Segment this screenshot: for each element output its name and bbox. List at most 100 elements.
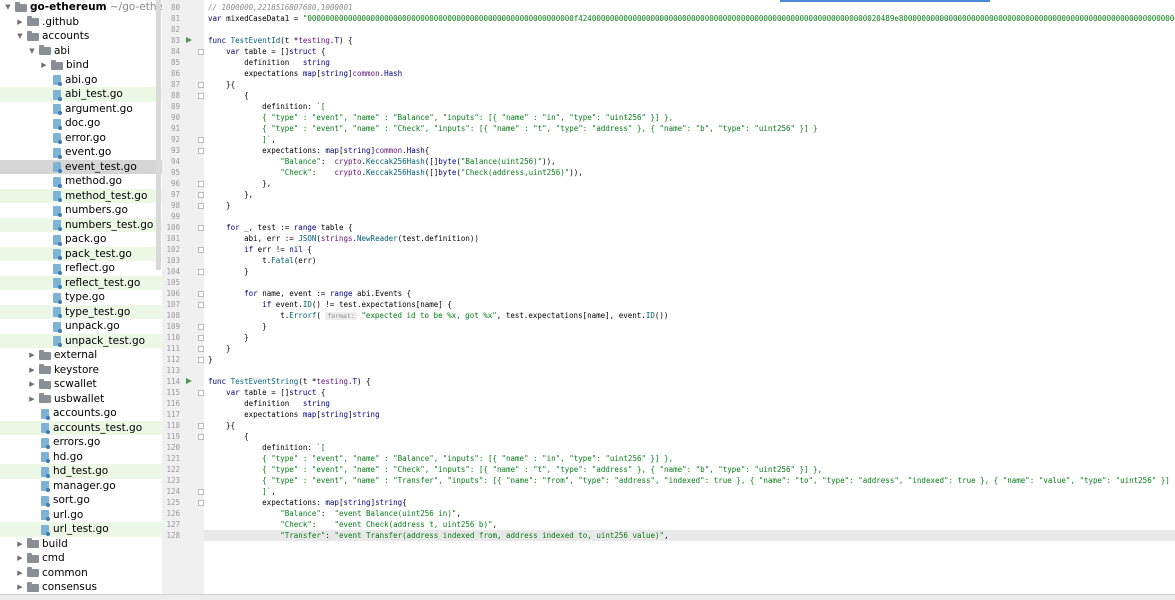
tree-item[interactable]: ▶ .github — [0, 15, 162, 30]
folder-icon — [27, 16, 39, 26]
go-file-icon — [41, 466, 50, 478]
line-number: 128 — [166, 531, 180, 540]
line-number: 99 — [170, 212, 180, 221]
chevron-down-icon[interactable]: ▼ — [16, 29, 24, 44]
tree-scrollbar[interactable] — [156, 0, 161, 270]
line-number: 127 — [166, 520, 180, 529]
run-test-icon[interactable] — [186, 37, 192, 43]
chevron-right-icon[interactable]: ▶ — [28, 348, 36, 363]
code-line: { "type" : "event", "name" : "Transfer",… — [208, 476, 1175, 485]
go-file-icon — [53, 118, 62, 130]
tree-item[interactable]: ▼ abi — [0, 44, 162, 59]
chevron-down-icon[interactable]: ▼ — [28, 44, 36, 59]
line-number: 116 — [166, 399, 180, 408]
line-number: 92 — [170, 135, 180, 144]
code-editor[interactable]: // 1000000,2218516807680,1000001 var mixe… — [204, 0, 1175, 600]
code-line: expectations: map[string]common.Hash{ — [208, 146, 430, 155]
tree-item[interactable]: hd.go — [0, 450, 162, 465]
horizontal-scrollbar[interactable] — [0, 594, 1175, 600]
tree-item[interactable]: abi_test.go — [0, 87, 162, 102]
tree-item[interactable]: pack.go — [0, 232, 162, 247]
code-line: { — [208, 91, 249, 100]
tree-item[interactable]: ▶ external — [0, 348, 162, 363]
chevron-right-icon[interactable]: ▶ — [28, 363, 36, 378]
folder-icon — [39, 349, 51, 360]
code-line: "Check": crypto.Keccak256Hash([]byte("Ch… — [280, 168, 583, 177]
tree-item[interactable]: ▶ usbwallet — [0, 392, 162, 407]
line-number: 121 — [166, 454, 180, 463]
go-file-icon — [41, 495, 50, 507]
tree-item[interactable]: event_test.go — [0, 159, 162, 174]
tree-item[interactable]: unpack.go — [0, 319, 162, 334]
go-file-icon — [53, 133, 62, 144]
tree-item[interactable]: ▶ keystore — [0, 363, 162, 378]
tree-item[interactable]: ▼ accounts — [0, 29, 162, 44]
tree-item[interactable]: numbers_test.go — [0, 217, 162, 232]
tree-item[interactable]: ▶ bind — [0, 58, 162, 73]
tree-item[interactable]: abi.go — [0, 73, 162, 88]
go-file-icon — [41, 524, 50, 536]
tree-item[interactable]: argument.go — [0, 102, 162, 117]
line-number: 102 — [166, 245, 180, 254]
code-line: } — [208, 267, 249, 276]
go-file-icon — [53, 234, 62, 246]
chevron-right-icon[interactable]: ▶ — [40, 58, 48, 73]
run-test-icon[interactable] — [186, 378, 192, 384]
tree-item[interactable]: doc.go — [0, 116, 162, 131]
code-line: definition string — [208, 58, 330, 67]
tree-item[interactable]: pack_test.go — [0, 246, 162, 261]
line-number: 81 — [170, 14, 180, 23]
tree-item[interactable]: sort.go — [0, 493, 162, 508]
tree-item[interactable]: method_test.go — [0, 188, 162, 203]
tree-item[interactable]: type.go — [0, 290, 162, 305]
go-file-icon — [53, 89, 62, 101]
code-line: "Transfer": "event Transfer(address inde… — [204, 530, 1175, 541]
chevron-right-icon[interactable]: ▶ — [16, 566, 24, 581]
code-line: expectations: map[string]string{ — [208, 498, 407, 507]
chevron-right-icon[interactable]: ▶ — [16, 15, 24, 30]
code-line: if event.ID() != test.expectations[name]… — [262, 300, 452, 309]
tree-item-label: scwallet — [54, 378, 97, 390]
tree-item[interactable]: ▶ consensus — [0, 580, 162, 595]
chevron-right-icon[interactable]: ▶ — [16, 551, 24, 566]
chevron-right-icon[interactable]: ▶ — [28, 377, 36, 392]
tree-item[interactable]: error.go — [0, 131, 162, 146]
tree-item[interactable]: url.go — [0, 508, 162, 523]
code-line: }, — [208, 190, 254, 199]
tree-item[interactable]: method.go — [0, 174, 162, 189]
tree-item[interactable]: manager.go — [0, 479, 162, 494]
code-line: var table = []struct { — [226, 388, 326, 397]
tree-item[interactable]: ▶ build — [0, 537, 162, 552]
tree-item[interactable]: hd_test.go — [0, 464, 162, 479]
ide-window: ▼ go-ethereum ~/go-ethereum ▶ .github ▼ accou… — [0, 0, 1175, 600]
chevron-right-icon[interactable]: ▶ — [16, 580, 24, 595]
go-file-icon — [53, 292, 62, 304]
chevron-down-icon[interactable]: ▼ — [4, 0, 12, 15]
tree-item[interactable]: event.go — [0, 145, 162, 160]
tree-item[interactable]: reflect_test.go — [0, 275, 162, 290]
tree-item[interactable]: ▼ go-ethereum ~/go-ethereum — [0, 0, 162, 15]
tree-item[interactable]: ▶ common — [0, 566, 162, 581]
tree-item[interactable]: ▶ scwallet — [0, 377, 162, 392]
tree-item[interactable]: unpack_test.go — [0, 333, 162, 348]
go-file-icon — [41, 510, 50, 521]
tree-item[interactable]: type_test.go — [0, 304, 162, 319]
line-number: 88 — [170, 91, 180, 100]
line-number: 83 — [170, 36, 180, 45]
tree-item-label: abi.go — [65, 73, 98, 86]
line-number: 100 — [166, 223, 180, 232]
chevron-right-icon[interactable]: ▶ — [28, 392, 36, 407]
tree-item[interactable]: ▶ cmd — [0, 551, 162, 566]
chevron-right-icon[interactable]: ▶ — [16, 537, 24, 552]
tree-item[interactable]: url_test.go — [0, 522, 162, 537]
tree-item[interactable]: accounts_test.go — [0, 420, 162, 435]
tree-item[interactable]: reflect.go — [0, 261, 162, 276]
tree-item[interactable]: numbers.go — [0, 203, 162, 218]
line-number: 84 — [170, 47, 180, 56]
tree-item[interactable]: errors.go — [0, 435, 162, 450]
tree-item[interactable]: accounts.go — [0, 406, 162, 421]
line-number: 89 — [170, 102, 180, 111]
code-line: expectations map[string]string — [208, 410, 380, 419]
go-file-icon — [53, 321, 62, 333]
tree-item-label: accounts_test.go — [53, 421, 143, 434]
